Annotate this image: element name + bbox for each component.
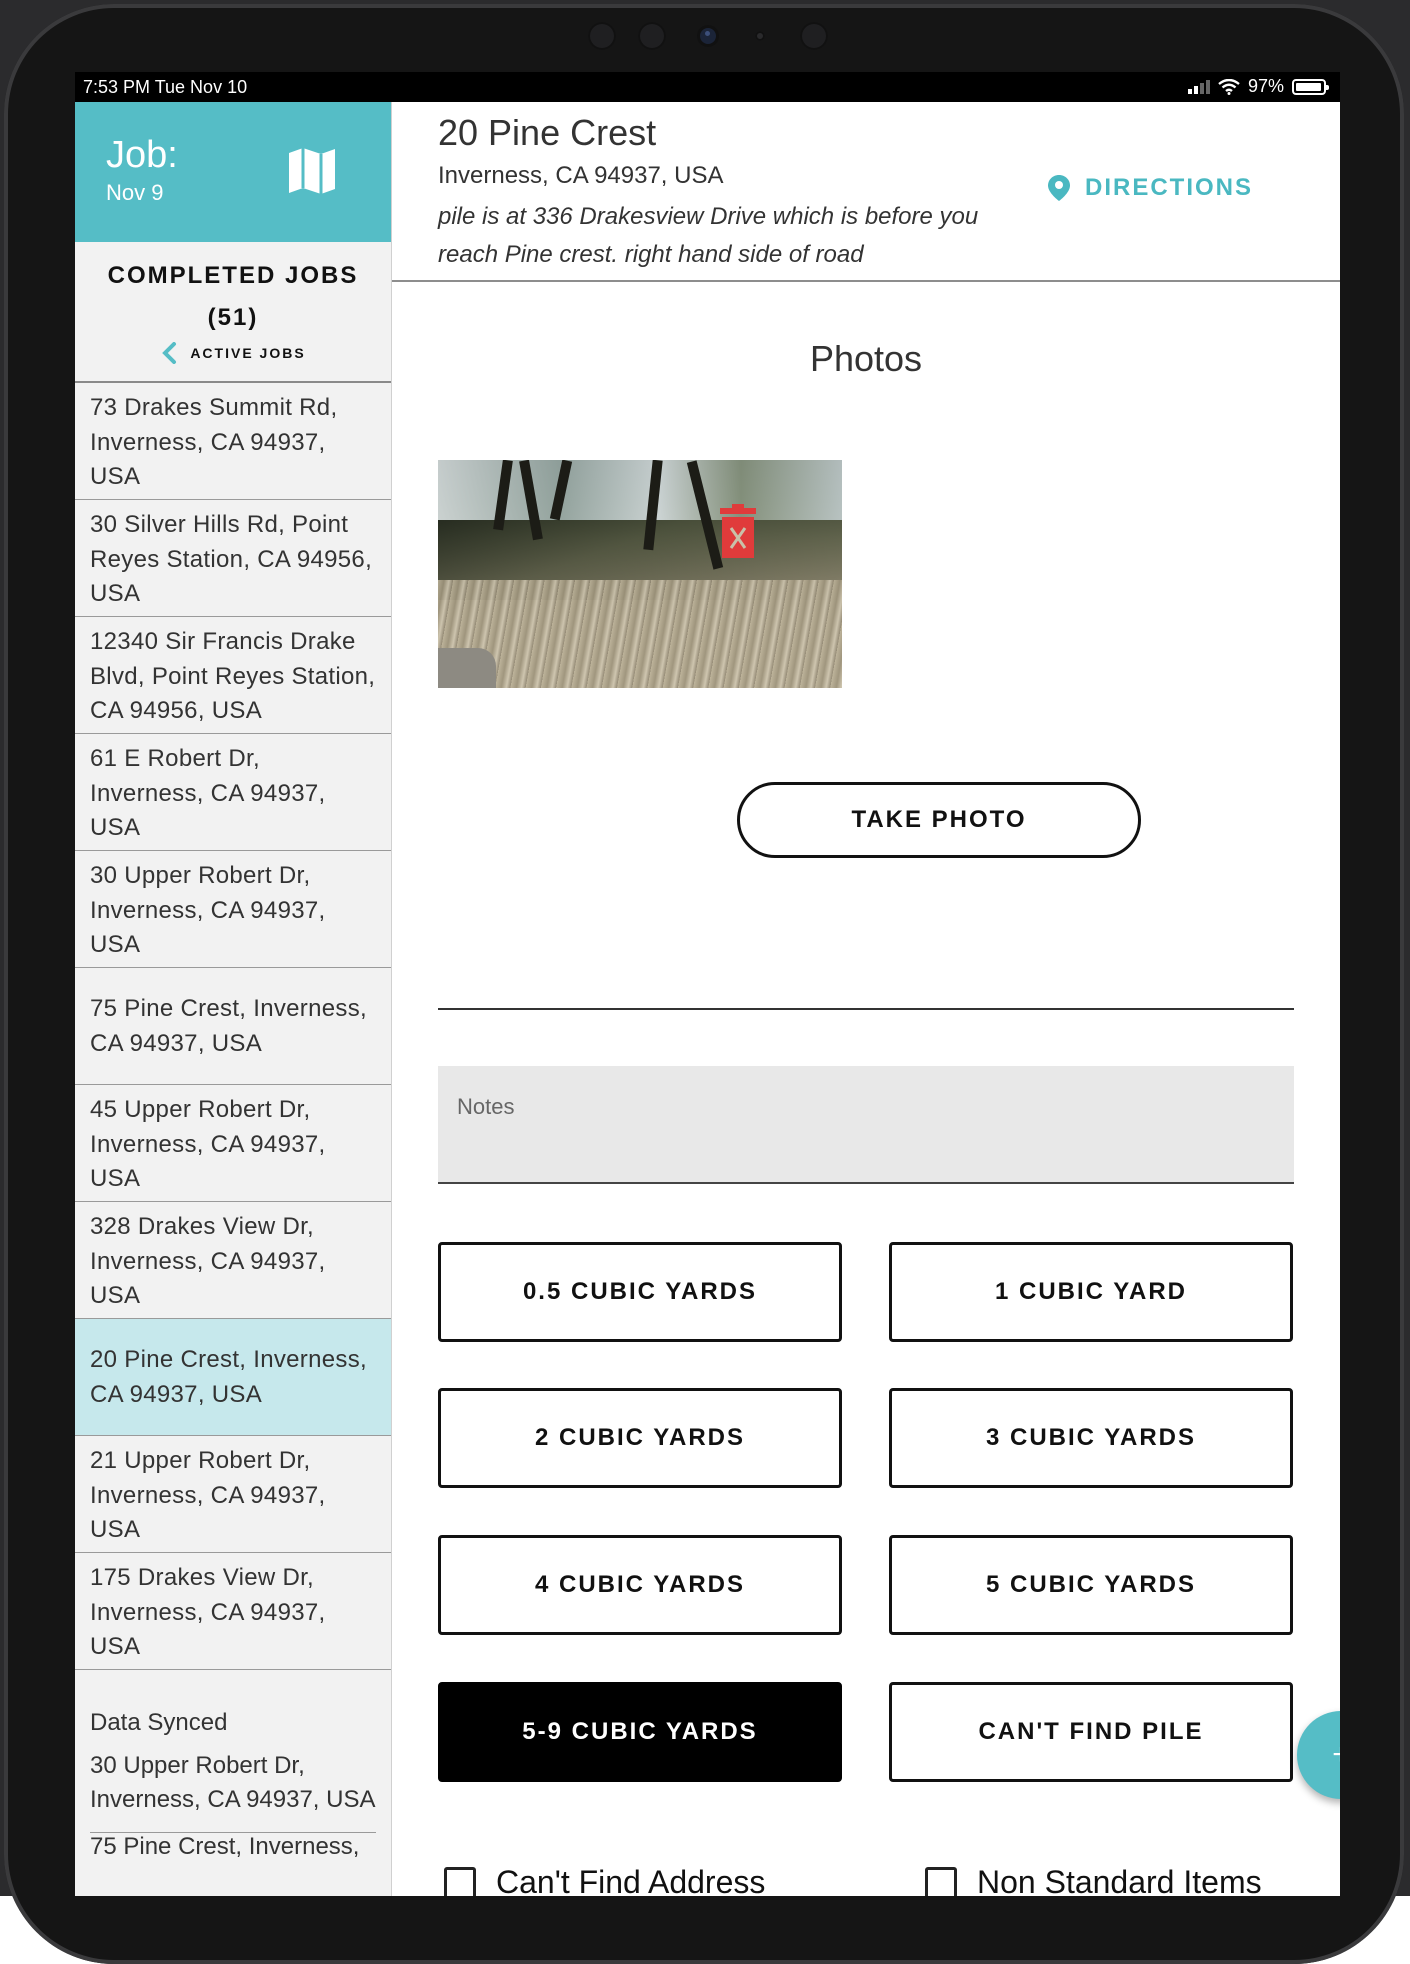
completed-job-list: 73 Drakes Summit Rd, Inverness, CA 94937… <box>75 383 391 1670</box>
cant-find-pile-button[interactable]: CAN'T FIND PILE <box>889 1682 1293 1782</box>
cant-find-address-label: Can't Find Address <box>496 1864 766 1896</box>
photo-ground <box>438 580 842 688</box>
job-item-partial[interactable]: 75 Pine Crest, Inverness, <box>75 1833 391 1861</box>
map-icon[interactable] <box>287 147 337 195</box>
volume-1-button[interactable]: 1 CUBIC YARD <box>889 1242 1293 1342</box>
data-synced-label: Data Synced <box>90 1709 228 1736</box>
status-right: 97% <box>1187 76 1329 97</box>
camera-lens <box>700 28 716 44</box>
non-standard-items-row[interactable]: Non Standard Items <box>925 1864 1262 1896</box>
notes-field[interactable]: Notes <box>438 1066 1294 1184</box>
camera-bar <box>0 22 1410 52</box>
address-title: 20 Pine Crest <box>438 112 657 153</box>
add-fab-button[interactable]: + <box>1297 1711 1340 1799</box>
sensor-mid <box>638 22 666 50</box>
cant-find-address-row[interactable]: Can't Find Address <box>444 1864 765 1896</box>
photos-title: Photos <box>809 338 923 379</box>
non-standard-items-label: Non Standard Items <box>977 1864 1262 1896</box>
chevron-left-icon <box>162 342 177 364</box>
synced-address: 30 Upper Robert Dr, Inverness, CA 94937,… <box>90 1749 376 1833</box>
job-photo[interactable] <box>438 460 842 688</box>
directions-label: DIRECTIONS <box>1085 174 1254 201</box>
job-item[interactable]: 328 Drakes View Dr, Inverness, CA 94937,… <box>75 1202 391 1319</box>
wifi-icon <box>1218 78 1240 95</box>
completed-jobs-title: COMPLETED JOBS <box>107 262 359 289</box>
section-divider <box>438 1008 1294 1010</box>
non-standard-items-checkbox[interactable] <box>925 1866 957 1896</box>
active-jobs-link[interactable]: ACTIVE JOBS <box>75 342 391 364</box>
job-detail: 20 Pine Crest Inverness, CA 94937, USA p… <box>392 102 1340 1896</box>
job-label: Job: <box>106 134 178 176</box>
sidebar: Job: Nov 9 COMPLETED JOBS (51) ACTIVE JO… <box>75 102 392 1896</box>
signal-icon <box>1187 79 1210 94</box>
take-photo-button[interactable]: TAKE PHOTO <box>737 782 1141 858</box>
active-jobs-label: ACTIVE JOBS <box>190 345 306 361</box>
job-item[interactable]: 61 E Robert Dr, Inverness, CA 94937, USA <box>75 734 391 851</box>
sensor-right <box>800 22 828 50</box>
volume-5-button[interactable]: 5 CUBIC YARDS <box>889 1535 1293 1635</box>
job-item[interactable]: 21 Upper Robert Dr, Inverness, CA 94937,… <box>75 1436 391 1553</box>
volume-2-button[interactable]: 2 CUBIC YARDS <box>438 1388 842 1488</box>
job-item[interactable]: 30 Upper Robert Dr, Inverness, CA 94937,… <box>75 851 391 968</box>
job-date: Nov 9 <box>106 180 164 205</box>
address-subtitle: Inverness, CA 94937, USA <box>438 162 724 189</box>
volume-0-5-button[interactable]: 0.5 CUBIC YARDS <box>438 1242 842 1342</box>
synced-item[interactable]: Data Synced 30 Upper Robert Dr, Invernes… <box>75 1670 391 1833</box>
job-item[interactable]: 12340 Sir Francis Drake Blvd, Point Reye… <box>75 617 391 734</box>
battery-percent: 97% <box>1247 76 1284 96</box>
volume-3-button[interactable]: 3 CUBIC YARDS <box>889 1388 1293 1488</box>
sensor-dot <box>755 31 765 41</box>
sensor-left <box>588 22 616 50</box>
trash-icon[interactable] <box>716 504 760 560</box>
job-item-selected[interactable]: 20 Pine Crest, Inverness, CA 94937, USA <box>75 1319 391 1436</box>
job-header: Job: Nov 9 <box>75 102 391 242</box>
job-item[interactable]: 30 Silver Hills Rd, Point Reyes Station,… <box>75 500 391 617</box>
location-pin-icon <box>1048 175 1070 201</box>
volume-4-button[interactable]: 4 CUBIC YARDS <box>438 1535 842 1635</box>
cant-find-address-checkbox[interactable] <box>444 1866 476 1896</box>
battery-icon <box>1292 78 1329 95</box>
status-time: 7:53 PM Tue Nov 10 <box>83 77 248 97</box>
photo-rock <box>438 648 496 688</box>
job-detail-header: 20 Pine Crest Inverness, CA 94937, USA p… <box>392 102 1340 282</box>
screen: 7:53 PM Tue Nov 10 97% Job: Nov 9 COMPLE… <box>75 72 1340 1896</box>
directions-button[interactable]: DIRECTIONS <box>1047 174 1253 202</box>
completed-jobs-header: COMPLETED JOBS (51) ACTIVE JOBS <box>75 242 391 383</box>
job-item[interactable]: 75 Pine Crest, Inverness, CA 94937, USA <box>75 968 391 1085</box>
status-bar: 7:53 PM Tue Nov 10 97% <box>75 72 1340 102</box>
job-item[interactable]: 175 Drakes View Dr, Inverness, CA 94937,… <box>75 1553 391 1670</box>
completed-jobs-count: (51) <box>207 304 259 331</box>
volume-5-9-button[interactable]: 5-9 CUBIC YARDS <box>438 1682 842 1782</box>
job-item[interactable]: 73 Drakes Summit Rd, Inverness, CA 94937… <box>75 383 391 500</box>
job-item[interactable]: 45 Upper Robert Dr, Inverness, CA 94937,… <box>75 1085 391 1202</box>
job-note: pile is at 336 Drakesview Drive which is… <box>438 203 979 268</box>
